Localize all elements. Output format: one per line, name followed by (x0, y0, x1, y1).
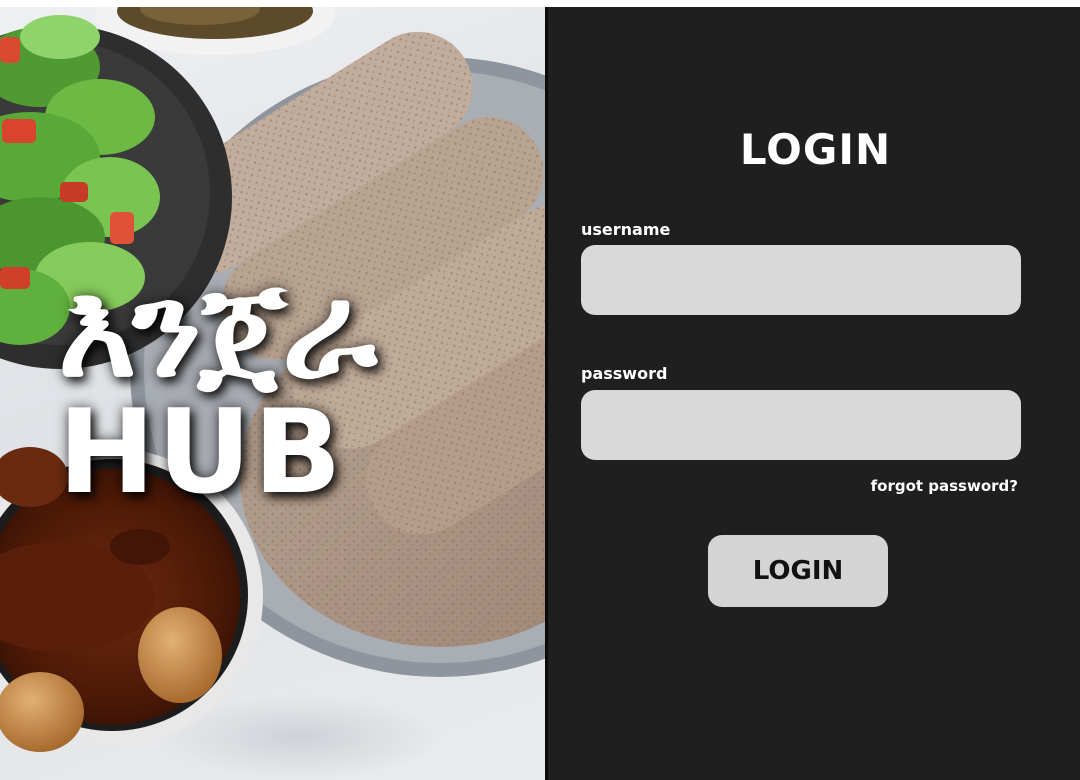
forgot-password-link[interactable]: forgot password? (871, 477, 1018, 495)
username-label: username (581, 220, 671, 239)
hero-food-image: እንጀራ HUB (0, 7, 545, 780)
login-heading: LOGIN (739, 125, 892, 174)
username-input[interactable] (581, 245, 1021, 315)
login-panel: LOGIN username password forgot password?… (545, 7, 1080, 780)
password-label: password (581, 364, 668, 383)
password-input[interactable] (581, 390, 1021, 460)
hero-title-latin: HUB (58, 385, 344, 520)
hero-title: እንጀራ HUB (58, 253, 377, 520)
login-button[interactable]: LOGIN (708, 535, 888, 607)
hero-title-amharic: እንጀራ (58, 253, 377, 407)
